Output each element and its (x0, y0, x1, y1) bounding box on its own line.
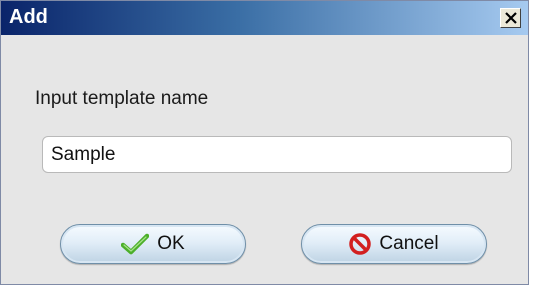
ok-button[interactable]: OK (60, 224, 246, 264)
check-icon (121, 233, 150, 255)
close-button[interactable] (500, 8, 521, 28)
no-entry-icon (349, 233, 372, 255)
template-name-input[interactable] (42, 136, 512, 173)
dialog-title: Add (9, 6, 48, 28)
close-icon (504, 12, 517, 24)
cancel-button-label: Cancel (379, 233, 439, 254)
title-bar[interactable]: Add (1, 1, 528, 35)
cancel-button[interactable]: Cancel (301, 224, 487, 264)
prompt-label: Input template name (35, 88, 209, 109)
add-dialog: Add Input template name OK Cancel (0, 0, 529, 285)
ok-button-label: OK (157, 233, 185, 254)
